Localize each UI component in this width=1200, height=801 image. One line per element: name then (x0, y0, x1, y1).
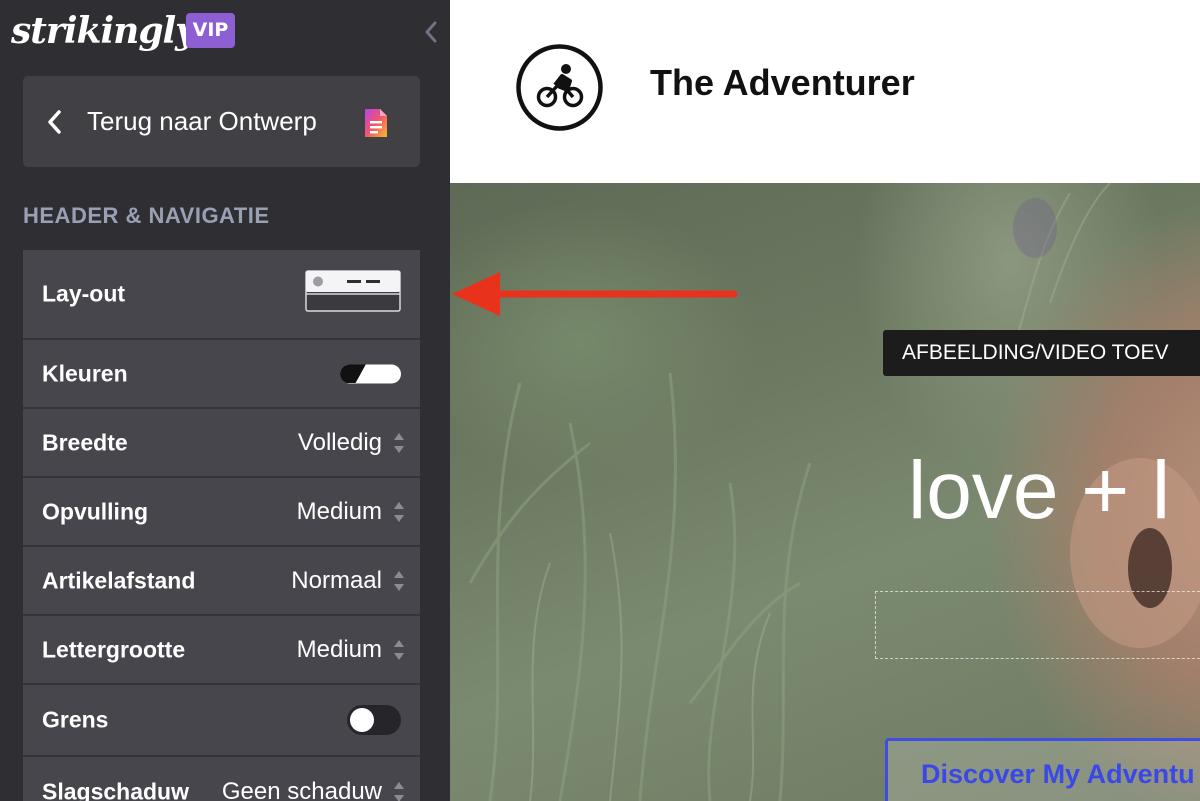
add-image-video-badge[interactable]: AFBEELDING/VIDEO TOEV (883, 330, 1200, 376)
setting-layout[interactable]: Lay-out (23, 250, 420, 340)
annotation-arrow-icon (452, 272, 738, 316)
setting-colors[interactable]: Kleuren (23, 340, 420, 409)
setting-drop-shadow[interactable]: Slagschaduw Geen schaduw (23, 757, 420, 801)
editor-sidebar: strikingly VIP Terug naar Ontwerp HEADER… (0, 0, 450, 801)
setting-value: Volledig (297, 428, 382, 456)
setting-label: Slagschaduw (42, 778, 189, 801)
setting-label: Grens (42, 706, 109, 733)
site-title[interactable]: The Adventurer (650, 62, 915, 104)
cta-label: Discover My Adventu (921, 759, 1195, 789)
up-down-stepper-icon[interactable] (393, 500, 405, 524)
setting-label: Lay-out (42, 280, 126, 307)
switch-knob (350, 708, 374, 732)
strikingly-logo: strikingly (11, 10, 196, 52)
hero-subtitle-placeholder[interactable] (875, 591, 1200, 659)
section-title-header-navigation: HEADER & NAVIGATIE (23, 203, 270, 228)
setting-value: Medium (296, 635, 382, 663)
up-down-stepper-icon[interactable] (393, 431, 405, 455)
color-toggle-dark-half (340, 364, 366, 383)
back-to-design-button[interactable]: Terug naar Ontwerp (23, 76, 420, 167)
setting-item-spacing[interactable]: Artikelafstand Normaal (23, 547, 420, 616)
header-settings-list: Lay-out Kleuren Breedte Volledig Opvulli… (23, 250, 420, 801)
setting-font-size[interactable]: Lettergrootte Medium (23, 616, 420, 685)
setting-label: Lettergrootte (42, 636, 186, 662)
cyclist-icon[interactable] (515, 43, 604, 132)
setting-padding[interactable]: Opvulling Medium (23, 478, 420, 547)
discover-adventures-button[interactable]: Discover My Adventu (885, 738, 1200, 801)
setting-label: Breedte (42, 429, 128, 455)
setting-value: Geen schaduw (221, 778, 382, 801)
layout-thumbnail-icon[interactable] (305, 270, 401, 312)
setting-label: Artikelafstand (42, 567, 196, 593)
hero-heading[interactable]: love + l (908, 441, 1170, 541)
setting-label: Opvulling (42, 498, 149, 524)
color-theme-toggle[interactable] (340, 364, 401, 383)
up-down-stepper-icon[interactable] (393, 638, 405, 662)
setting-label: Kleuren (42, 360, 128, 386)
setting-width[interactable]: Breedte Volledig (23, 409, 420, 478)
collapse-sidebar-icon[interactable] (420, 18, 442, 46)
setting-value: Medium (296, 497, 382, 525)
border-switch[interactable] (347, 705, 401, 735)
document-icon (365, 109, 387, 137)
setting-border[interactable]: Grens (23, 685, 420, 757)
site-preview: The Adventurer AFBEELDING/VIDEO TOEV lov… (450, 0, 1200, 801)
up-down-stepper-icon[interactable] (393, 569, 405, 593)
setting-value: Normaal (291, 566, 382, 594)
back-to-design-label: Terug naar Ontwerp (87, 106, 317, 136)
site-header[interactable]: The Adventurer (450, 0, 1200, 183)
chevron-left-icon (48, 110, 61, 134)
up-down-stepper-icon[interactable] (393, 780, 405, 801)
vip-badge: VIP (186, 13, 235, 48)
